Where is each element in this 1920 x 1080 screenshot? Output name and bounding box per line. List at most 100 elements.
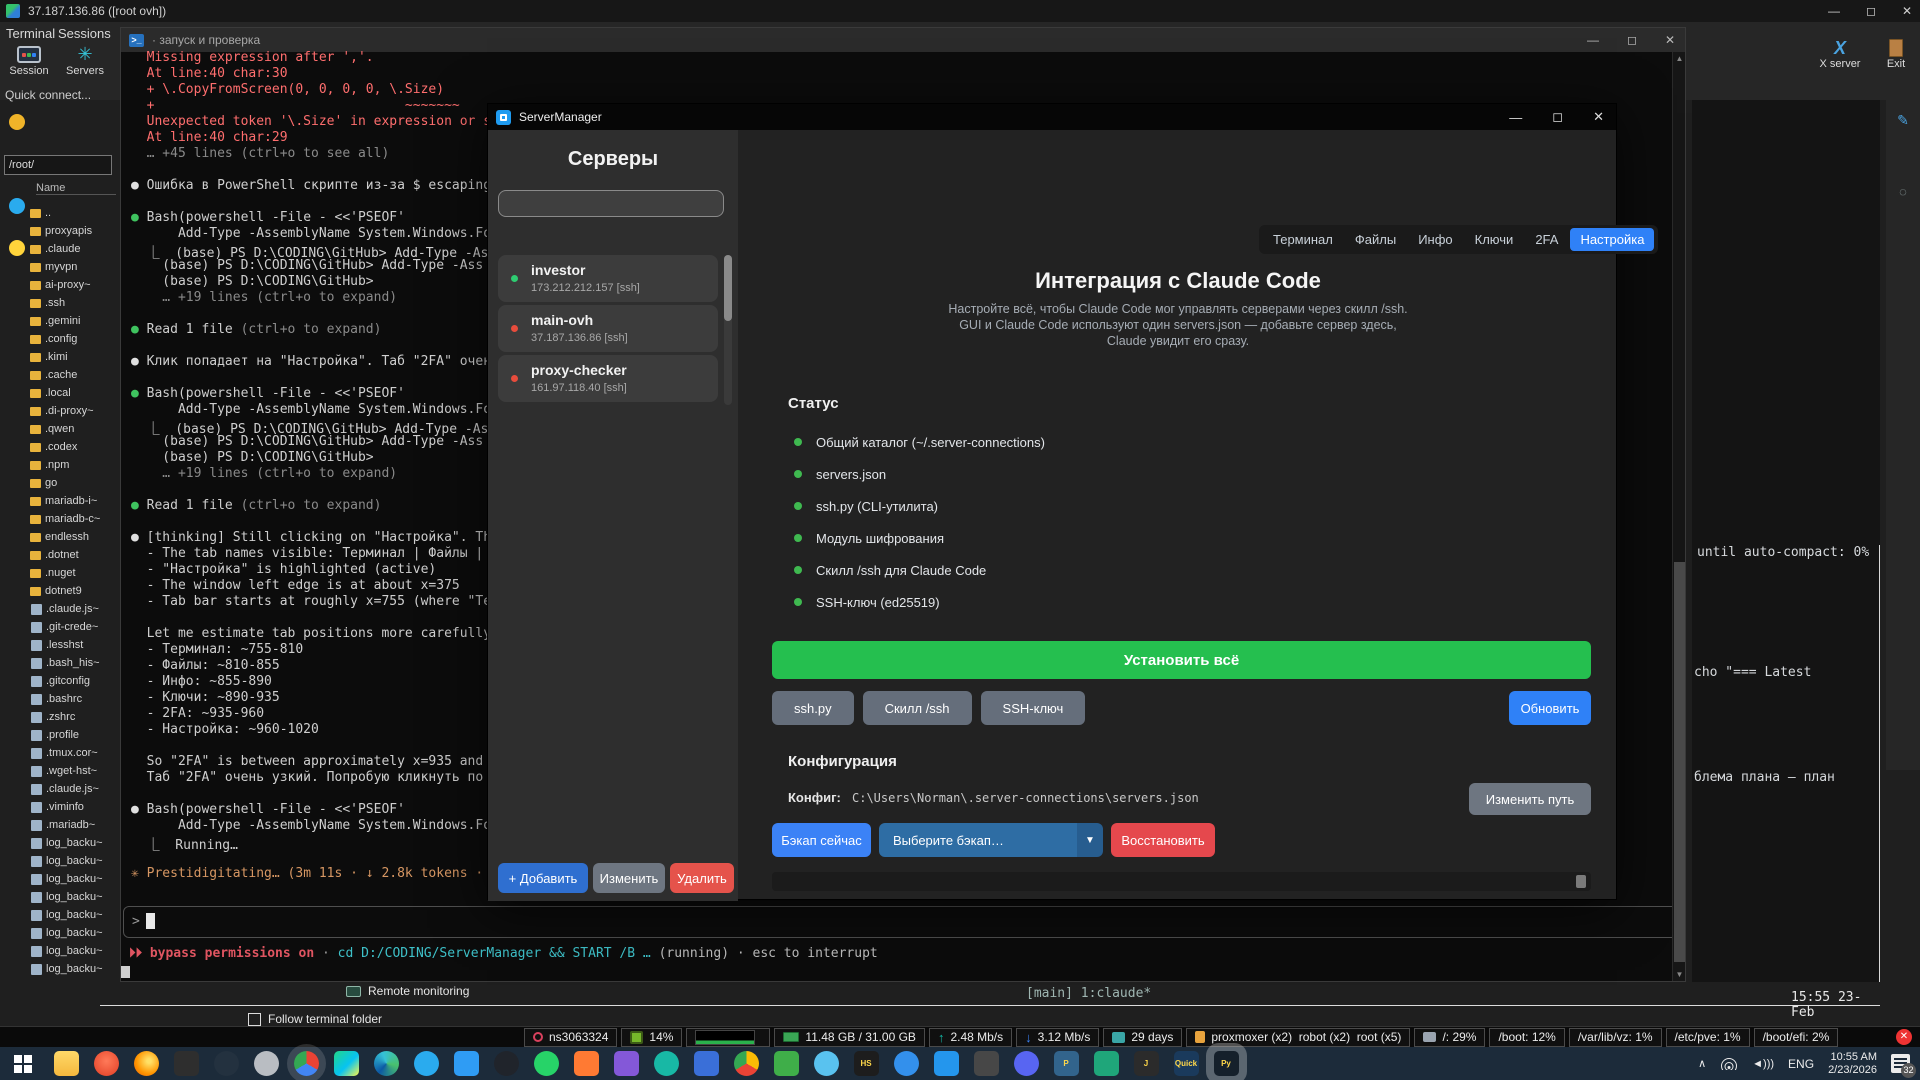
tab[interactable]: Ключи	[1465, 228, 1524, 251]
tree-item[interactable]: .viminfo	[30, 798, 132, 816]
taskbar-app-icon[interactable]	[574, 1051, 599, 1076]
taskbar-app-icon[interactable]: HS	[854, 1051, 879, 1076]
terminal-maximize-icon[interactable]: ◻	[1627, 33, 1637, 47]
session-button[interactable]: Session	[0, 46, 58, 77]
taskbar-app-icon[interactable]	[214, 1051, 239, 1076]
telegram-icon[interactable]	[9, 198, 25, 214]
start-button[interactable]	[0, 1047, 46, 1080]
tree-item[interactable]: .wget-hst~	[30, 762, 132, 780]
taskbar-app-icon[interactable]: J	[1134, 1051, 1159, 1076]
taskbar-clock[interactable]: 10:55 AM 2/23/2026	[1828, 1051, 1877, 1077]
taskbar-app-icon[interactable]	[1014, 1051, 1039, 1076]
tree-item[interactable]: ai-proxy~	[30, 276, 132, 294]
tab[interactable]: Файлы	[1345, 228, 1406, 251]
volume-icon[interactable]: ◄)))	[1752, 1058, 1774, 1070]
tree-item[interactable]: .qwen	[30, 420, 132, 438]
menu-sessions[interactable]: Sessions	[58, 26, 111, 41]
server-search-input[interactable]	[498, 190, 724, 217]
tab[interactable]: Инфо	[1408, 228, 1462, 251]
tree-item[interactable]: mariadb-c~	[30, 510, 132, 528]
taskbar-app-icon[interactable]	[94, 1051, 119, 1076]
taskbar-app-icon[interactable]	[494, 1051, 519, 1076]
tree-item[interactable]: .nuget	[30, 564, 132, 582]
tree-item[interactable]: .npm	[30, 456, 132, 474]
menu-terminal[interactable]: Terminal	[6, 26, 55, 41]
circle-icon[interactable]: ◌	[1886, 184, 1920, 199]
tree-item[interactable]: .bashrc	[30, 690, 132, 708]
tree-item[interactable]: .di-proxy~	[30, 402, 132, 420]
taskbar-app-icon[interactable]	[534, 1051, 559, 1076]
tree-item[interactable]: .ssh	[30, 294, 132, 312]
tree-item[interactable]: go	[30, 474, 132, 492]
tree-item[interactable]: .lesshst	[30, 636, 132, 654]
server-list-scrollbar[interactable]	[724, 255, 732, 405]
tree-item[interactable]: log_backu~	[30, 852, 132, 870]
component-button[interactable]: ssh.py	[772, 691, 854, 725]
minimize-icon[interactable]: —	[1828, 4, 1840, 18]
edit-server-button[interactable]: Изменить	[593, 863, 665, 893]
terminal-scrollbar[interactable]: ▲ ▼	[1672, 52, 1685, 981]
component-button[interactable]: Скилл /ssh	[863, 691, 972, 725]
checkbox-icon[interactable]	[248, 1013, 261, 1026]
taskbar-app-icon[interactable]	[694, 1051, 719, 1076]
exit-button[interactable]: Exit	[1868, 38, 1920, 70]
server-list-item[interactable]: main-ovh 37.187.136.86 [ssh]	[498, 305, 718, 352]
taskbar-app-icon[interactable]	[414, 1051, 439, 1076]
star-icon[interactable]	[9, 114, 25, 130]
component-button[interactable]: SSH-ключ	[981, 691, 1086, 725]
tree-item[interactable]: .config	[30, 330, 132, 348]
claude-input-box[interactable]: >	[123, 906, 1681, 938]
tab[interactable]: 2FA	[1525, 228, 1568, 251]
taskbar-app-icon[interactable]	[174, 1051, 199, 1076]
taskbar-app-icon[interactable]	[134, 1051, 159, 1076]
sm-maximize-icon[interactable]: ◻	[1552, 109, 1563, 125]
taskbar-app-icon[interactable]	[374, 1051, 399, 1076]
output-bar-thumb[interactable]	[1576, 875, 1586, 888]
backup-now-button[interactable]: Бэкап сейчас	[772, 823, 871, 857]
tree-item[interactable]: .git-crede~	[30, 618, 132, 636]
taskbar-app-icon[interactable]	[974, 1051, 999, 1076]
taskbar-app-icon[interactable]	[334, 1051, 359, 1076]
tree-item[interactable]: log_backu~	[30, 870, 132, 888]
taskbar-app-icon[interactable]	[934, 1051, 959, 1076]
taskbar-app-icon[interactable]	[54, 1051, 79, 1076]
x-server-button[interactable]: X X server	[1812, 38, 1868, 70]
tree-item[interactable]: .claude.js~	[30, 780, 132, 798]
scrollbar-thumb[interactable]	[1674, 562, 1685, 962]
tree-item[interactable]: dotnet9	[30, 582, 132, 600]
tree-item[interactable]: .dotnet	[30, 546, 132, 564]
tree-item[interactable]: mariadb-i~	[30, 492, 132, 510]
pen-icon[interactable]: ✎	[1886, 112, 1920, 129]
sm-minimize-icon[interactable]: —	[1509, 110, 1522, 125]
tree-item[interactable]: .cache	[30, 366, 132, 384]
tree-item[interactable]: .claude.js~	[30, 600, 132, 618]
close-icon[interactable]: ✕	[1902, 4, 1912, 18]
tree-item[interactable]: log_backu~	[30, 906, 132, 924]
taskbar-app-icon[interactable]	[654, 1051, 679, 1076]
tree-item[interactable]: .zshrc	[30, 708, 132, 726]
tree-column-header[interactable]: Name	[36, 182, 116, 195]
tree-item[interactable]: endlessh	[30, 528, 132, 546]
tree-item[interactable]: log_backu~	[30, 834, 132, 852]
hidden-icons-chevron[interactable]: ∧	[1698, 1057, 1706, 1070]
tree-item[interactable]: .gitconfig	[30, 672, 132, 690]
tree-item[interactable]: proxyapis	[30, 222, 132, 240]
delete-server-button[interactable]: Удалить	[670, 863, 734, 893]
servers-button[interactable]: ✳ Servers	[56, 46, 114, 77]
taskbar-app-icon[interactable]	[454, 1051, 479, 1076]
tree-item[interactable]: .profile	[30, 726, 132, 744]
refresh-button[interactable]: Обновить	[1509, 691, 1591, 725]
tree-item[interactable]: .codex	[30, 438, 132, 456]
taskbar-app-icon[interactable]	[1094, 1051, 1119, 1076]
yellow-ball-icon[interactable]	[9, 240, 25, 256]
sm-close-icon[interactable]: ✕	[1593, 109, 1604, 125]
taskbar-app-icon[interactable]	[774, 1051, 799, 1076]
tree-item[interactable]: log_backu~	[30, 888, 132, 906]
remote-monitoring-button[interactable]: Remote monitoring	[346, 984, 469, 998]
tab[interactable]: Терминал	[1263, 228, 1343, 251]
statusbar-close-icon[interactable]: ✕	[1896, 1029, 1912, 1045]
taskbar-app-icon[interactable]	[734, 1051, 759, 1076]
language-indicator[interactable]: ENG	[1788, 1057, 1814, 1071]
taskbar-app-icon[interactable]	[814, 1051, 839, 1076]
taskbar-app-icon[interactable]	[614, 1051, 639, 1076]
